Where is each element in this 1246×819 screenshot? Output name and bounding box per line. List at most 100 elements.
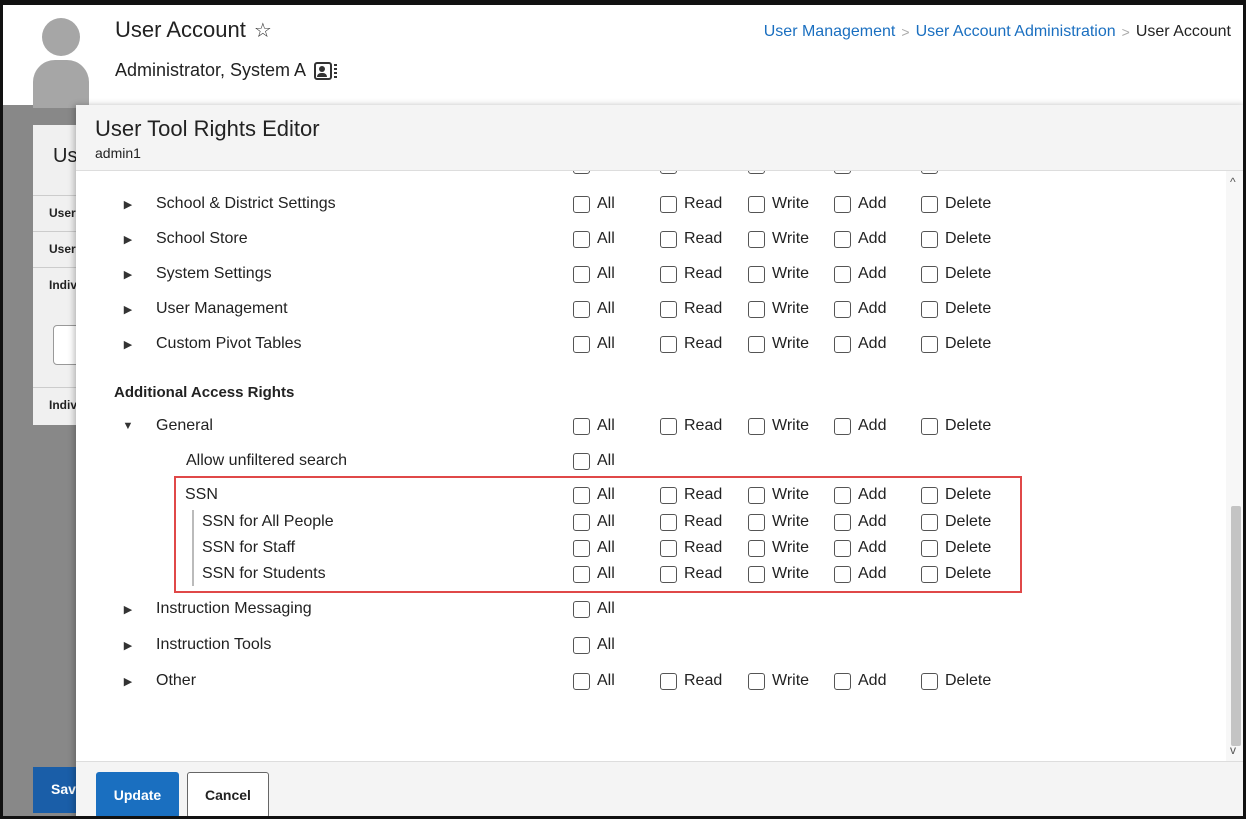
all-checkbox[interactable]: All [573, 195, 615, 213]
all-checkbox[interactable]: All [573, 300, 615, 318]
caret-right-icon[interactable]: ▶ [122, 303, 134, 316]
add-checkbox[interactable]: Add [834, 335, 886, 353]
read-checkbox[interactable]: Read [660, 565, 722, 583]
all-checkbox[interactable]: All [573, 230, 615, 248]
tool-row-allow-unfiltered-search: Allow unfiltered search All [76, 446, 1226, 476]
caret-right-icon[interactable]: ▶ [122, 639, 134, 652]
write-checkbox[interactable]: Write [748, 335, 809, 353]
write-checkbox[interactable]: Write [748, 486, 809, 504]
clipped-all-checkbox[interactable] [573, 171, 590, 174]
contact-card-icon[interactable] [314, 61, 333, 80]
add-checkbox[interactable]: Add [834, 417, 886, 435]
delete-checkbox[interactable]: Delete [921, 539, 991, 557]
update-button[interactable]: Update [96, 772, 179, 816]
checkbox-box [921, 539, 938, 557]
all-checkbox[interactable]: All [573, 539, 615, 557]
write-checkbox[interactable]: Write [748, 265, 809, 283]
delete-checkbox[interactable]: Delete [921, 230, 991, 248]
add-checkbox[interactable]: Add [834, 513, 886, 531]
star-icon[interactable]: ☆ [254, 18, 272, 43]
write-checkbox[interactable]: Write [748, 565, 809, 583]
delete-checkbox[interactable]: Delete [921, 195, 991, 213]
clipped-write-checkbox[interactable] [748, 171, 765, 174]
read-checkbox[interactable]: Read [660, 265, 722, 283]
checkbox-box [748, 195, 765, 213]
checkbox-box [921, 230, 938, 248]
checkbox-box [660, 539, 677, 557]
checkbox-label: All [597, 513, 615, 530]
read-checkbox[interactable]: Read [660, 486, 722, 504]
delete-checkbox[interactable]: Delete [921, 486, 991, 504]
read-checkbox[interactable]: Read [660, 230, 722, 248]
checkbox-label: Delete [945, 230, 992, 247]
write-checkbox[interactable]: Write [748, 672, 809, 690]
add-checkbox[interactable]: Add [834, 300, 886, 318]
delete-checkbox[interactable]: Delete [921, 335, 991, 353]
checkbox-label: Delete [945, 265, 992, 282]
all-checkbox[interactable]: All [573, 452, 615, 470]
tool-row-school-store: ▶ School Store All Read Write Add Delete [76, 224, 1226, 254]
add-checkbox[interactable]: Add [834, 565, 886, 583]
chevron-down-icon[interactable]: v [1230, 743, 1236, 757]
all-checkbox[interactable]: All [573, 565, 615, 583]
add-checkbox[interactable]: Add [834, 486, 886, 504]
read-checkbox[interactable]: Read [660, 513, 722, 531]
cancel-button[interactable]: Cancel [187, 772, 269, 816]
all-checkbox[interactable]: All [573, 636, 615, 654]
caret-right-icon[interactable]: ▶ [122, 198, 134, 211]
delete-checkbox[interactable]: Delete [921, 672, 991, 690]
caret-down-icon[interactable]: ▼ [122, 420, 134, 432]
write-checkbox[interactable]: Write [748, 300, 809, 318]
all-checkbox[interactable]: All [573, 335, 615, 353]
all-checkbox[interactable]: All [573, 486, 615, 504]
write-checkbox[interactable]: Write [748, 513, 809, 531]
modal-scrollbar[interactable]: ^ v [1226, 171, 1243, 761]
checkbox-box [573, 230, 590, 248]
all-checkbox[interactable]: All [573, 672, 615, 690]
write-checkbox[interactable]: Write [748, 417, 809, 435]
checkbox-label: Write [772, 539, 810, 556]
read-checkbox[interactable]: Read [660, 300, 722, 318]
caret-right-icon[interactable]: ▶ [122, 233, 134, 246]
all-checkbox[interactable]: All [573, 417, 615, 435]
tool-row-label: SSN for Students [202, 565, 326, 582]
read-checkbox[interactable]: Read [660, 539, 722, 557]
caret-right-icon[interactable]: ▶ [122, 268, 134, 281]
scrollbar-thumb[interactable] [1231, 506, 1241, 746]
read-checkbox[interactable]: Read [660, 335, 722, 353]
avatar [33, 18, 89, 108]
caret-right-icon[interactable]: ▶ [122, 338, 134, 351]
delete-checkbox[interactable]: Delete [921, 565, 991, 583]
tool-row-label: School & District Settings [156, 195, 336, 212]
add-checkbox[interactable]: Add [834, 265, 886, 283]
breadcrumb-user-management[interactable]: User Management [764, 23, 896, 41]
caret-right-icon[interactable]: ▶ [122, 675, 134, 688]
checkbox-label: Write [772, 417, 810, 434]
checkbox-label: Add [858, 513, 887, 530]
checkbox-box [921, 335, 938, 353]
add-checkbox[interactable]: Add [834, 230, 886, 248]
read-checkbox[interactable]: Read [660, 195, 722, 213]
read-checkbox[interactable]: Read [660, 417, 722, 435]
checkbox-box [834, 265, 851, 283]
clipped-read-checkbox[interactable] [660, 171, 677, 174]
read-checkbox[interactable]: Read [660, 672, 722, 690]
write-checkbox[interactable]: Write [748, 195, 809, 213]
all-checkbox[interactable]: All [573, 513, 615, 531]
chevron-up-icon[interactable]: ^ [1230, 175, 1236, 189]
all-checkbox[interactable]: All [573, 600, 615, 618]
breadcrumb-user-account-administration[interactable]: User Account Administration [916, 23, 1116, 41]
write-checkbox[interactable]: Write [748, 230, 809, 248]
caret-right-icon[interactable]: ▶ [122, 603, 134, 616]
delete-checkbox[interactable]: Delete [921, 265, 991, 283]
write-checkbox[interactable]: Write [748, 539, 809, 557]
add-checkbox[interactable]: Add [834, 195, 886, 213]
add-checkbox[interactable]: Add [834, 672, 886, 690]
delete-checkbox[interactable]: Delete [921, 300, 991, 318]
clipped-add-checkbox[interactable] [834, 171, 851, 174]
delete-checkbox[interactable]: Delete [921, 417, 991, 435]
all-checkbox[interactable]: All [573, 265, 615, 283]
delete-checkbox[interactable]: Delete [921, 513, 991, 531]
clipped-delete-checkbox[interactable] [921, 171, 938, 174]
add-checkbox[interactable]: Add [834, 539, 886, 557]
